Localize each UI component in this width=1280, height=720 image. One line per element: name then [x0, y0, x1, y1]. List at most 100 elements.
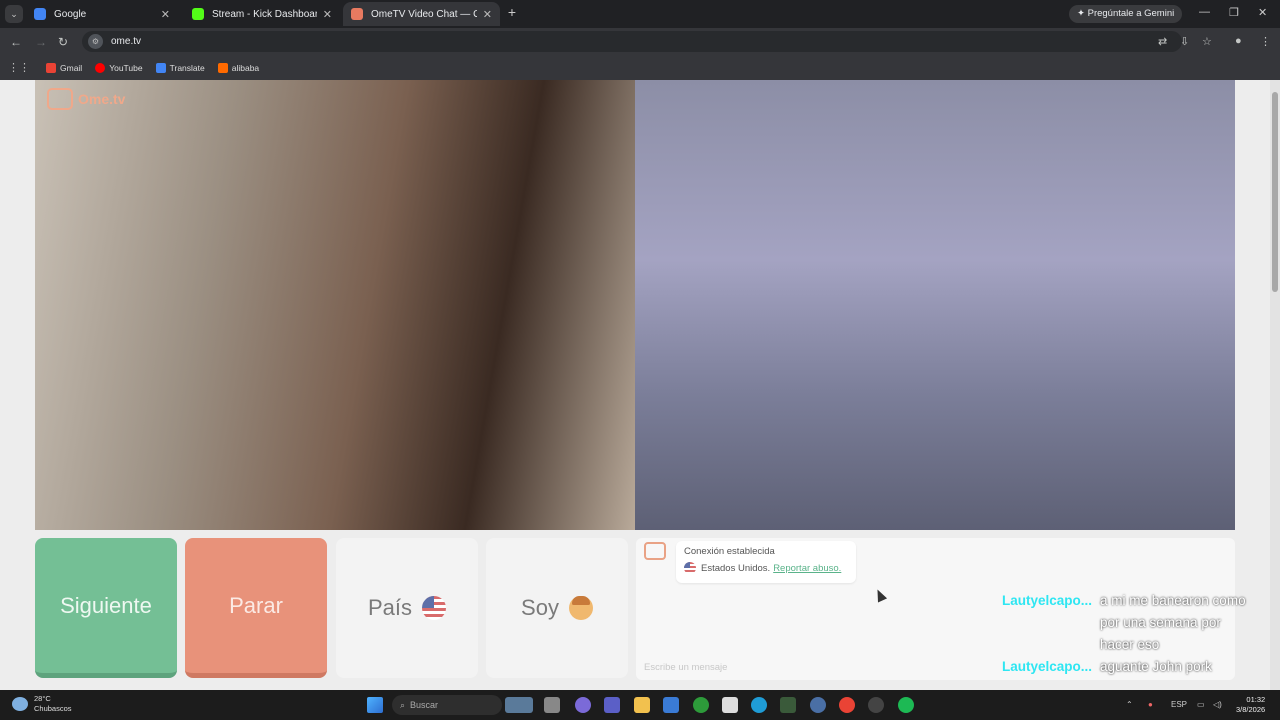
ometv-logo: Ome.tv — [47, 88, 125, 110]
time: 01:32 — [1246, 695, 1266, 704]
teams-icon[interactable] — [604, 697, 620, 713]
close-icon[interactable]: ✕ — [161, 8, 170, 21]
url-text[interactable]: ome.tv — [111, 36, 141, 47]
bookmark-translate[interactable]: Translate — [155, 62, 205, 73]
back-icon[interactable]: ← — [10, 35, 22, 49]
gender-label: Soy — [521, 595, 559, 620]
next-button[interactable]: Siguiente — [35, 538, 177, 678]
bookmark-youtube[interactable]: YouTube — [95, 62, 143, 73]
bookmark-gmail[interactable]: Gmail — [46, 62, 83, 73]
overlay-message: Lautyelcapo... a mi me banearon como por… — [1002, 590, 1262, 656]
report-abuse-link[interactable]: Reportar abuso. — [773, 563, 841, 574]
logo-text: Ome.tv — [78, 91, 126, 107]
omnibox[interactable]: ⚙ ome.tv — [82, 31, 1182, 52]
tab-title: Google — [54, 8, 87, 20]
partner-video — [35, 80, 635, 530]
bookmark-label: Gmail — [60, 62, 83, 73]
copilot-icon[interactable] — [575, 697, 591, 713]
taskbar: 28°C Chubascos ⌕ Buscar ⌃ ● ESP ▭ ◁) 01:3… — [0, 690, 1280, 720]
weather-desc: Chubascos — [34, 704, 72, 713]
bookmark-label: YouTube — [109, 62, 143, 73]
chevron-up-icon[interactable]: ⌃ — [1126, 700, 1133, 709]
bookmark-label: alibaba — [231, 62, 260, 73]
close-window-icon[interactable]: ✕ — [1258, 6, 1267, 19]
own-video — [635, 80, 1235, 530]
scrollbar[interactable] — [1270, 80, 1280, 690]
gmail-icon — [46, 62, 56, 73]
country-button[interactable]: País — [336, 538, 478, 678]
obs-icon[interactable] — [868, 697, 884, 713]
settings-icon[interactable] — [810, 697, 826, 713]
forward-icon[interactable]: → — [35, 35, 47, 49]
language-indicator[interactable]: ESP — [1171, 700, 1187, 709]
install-icon[interactable]: ⇩ — [1180, 35, 1189, 48]
site-info-icon[interactable]: ⚙ — [88, 34, 103, 49]
overlay-message: Lautyelcapo... aguante John pork — [1002, 656, 1262, 678]
gemini-label: Pregúntale a Gemini — [1087, 8, 1175, 19]
date: 3/8/2026 — [1236, 705, 1266, 714]
tab-title: OmeTV Video Chat — Ome — [371, 8, 477, 20]
us-flag-icon — [684, 562, 696, 574]
volume-icon[interactable]: ◁) — [1213, 700, 1222, 709]
tab-title: Stream - Kick Dashboard — [212, 8, 317, 20]
restore-icon[interactable]: ❐ — [1229, 6, 1239, 19]
bookmark-star-icon[interactable]: ☆ — [1202, 35, 1212, 48]
bookmark-alibaba[interactable]: alibaba — [217, 62, 260, 73]
store-icon[interactable] — [663, 697, 679, 713]
next-label: Siguiente — [60, 592, 152, 618]
close-icon[interactable]: ✕ — [483, 8, 492, 21]
message-input[interactable]: Escribe un mensaje — [644, 662, 727, 673]
start-icon[interactable] — [367, 697, 383, 713]
system-message: Conexión establecida Estados Unidos. Rep… — [676, 541, 856, 583]
stop-button[interactable]: Parar — [185, 538, 327, 678]
youtube-icon — [95, 62, 106, 73]
microphone-icon[interactable]: ● — [1148, 700, 1153, 709]
new-tab-icon[interactable]: + — [505, 5, 519, 19]
reload-icon[interactable]: ↻ — [58, 35, 68, 49]
tab-ometv[interactable]: OmeTV Video Chat — Ome ✕ — [343, 2, 500, 26]
notepad-icon[interactable] — [722, 697, 738, 713]
close-icon[interactable]: ✕ — [323, 8, 332, 21]
connection-status: Conexión establecida — [684, 546, 775, 557]
translate-icon[interactable]: ⇄ — [1158, 35, 1167, 48]
translate-icon — [155, 62, 166, 73]
terminal-icon[interactable] — [544, 697, 560, 713]
stream-chat-overlay: Lautyelcapo... a mi me banearon como por… — [1002, 590, 1262, 678]
overlay-username: Lautyelcapo... — [1002, 593, 1093, 608]
tab-search-button[interactable]: ⌄ — [5, 5, 23, 23]
bookmarks-bar: ⋮⋮ Gmail YouTube Translate alibaba — [0, 55, 1280, 80]
widget-icon[interactable] — [505, 697, 533, 713]
weather-temp: 28°C — [34, 694, 51, 703]
partner-country: Estados Unidos. — [701, 562, 771, 574]
overlay-text: a mi me banearon como por una semana por… — [1100, 593, 1246, 652]
tab-kick-dashboard[interactable]: Stream - Kick Dashboard ✕ — [184, 2, 340, 26]
overlay-username: Lautyelcapo... — [1002, 659, 1093, 674]
search-placeholder: Buscar — [410, 700, 439, 710]
xbox-icon[interactable] — [693, 697, 709, 713]
weather-widget[interactable]: 28°C Chubascos — [12, 694, 72, 714]
minecraft-icon[interactable] — [780, 697, 796, 713]
profile-avatar-icon[interactable]: ● — [1235, 35, 1242, 47]
stop-label: Parar — [229, 592, 283, 618]
spotify-icon[interactable] — [898, 697, 914, 713]
apps-icon[interactable]: ⋮⋮ — [8, 61, 30, 74]
menu-icon[interactable]: ⋮ — [1260, 35, 1271, 48]
network-icon[interactable]: ▭ — [1197, 700, 1205, 709]
clock[interactable]: 01:32 3/8/2026 — [1236, 695, 1265, 715]
weather-icon — [12, 697, 28, 711]
gender-button[interactable]: Soy — [486, 538, 628, 678]
file-explorer-icon[interactable] — [634, 697, 650, 713]
minimize-icon[interactable]: — — [1199, 6, 1210, 18]
overlay-text: aguante John pork — [1100, 659, 1212, 674]
tv-icon — [47, 88, 73, 110]
gemini-button[interactable]: ✦ Pregúntale a Gemini — [1069, 5, 1183, 23]
edge-icon[interactable] — [751, 697, 767, 713]
scrollbar-thumb[interactable] — [1272, 92, 1278, 292]
tab-bar: ⌄ Google ✕ Stream - Kick Dashboard ✕ Ome… — [0, 0, 1280, 28]
google-icon — [34, 8, 46, 20]
alibaba-icon — [217, 62, 228, 73]
bookmark-label: Translate — [169, 62, 205, 73]
taskbar-search[interactable]: ⌕ Buscar — [392, 695, 502, 715]
chrome-icon[interactable] — [839, 697, 855, 713]
tab-google[interactable]: Google ✕ — [26, 2, 178, 26]
